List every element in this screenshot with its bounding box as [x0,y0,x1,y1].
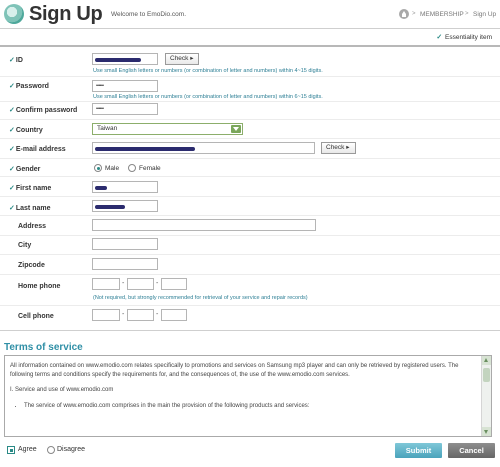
gender-male-label: Male [105,165,120,172]
row-divider [0,235,500,236]
home-phone-part1[interactable] [92,278,120,290]
row-divider [0,254,500,255]
check-icon: ✓ [9,107,15,114]
check-icon: ✓ [9,127,15,134]
last-name-label: ✓Last name [9,205,51,212]
cell-phone-part2[interactable] [127,309,154,321]
section-divider [0,330,500,331]
row-divider [0,215,500,216]
id-input[interactable] [92,53,158,65]
redaction-mark [95,58,141,62]
check-icon: ✓ [9,166,15,173]
check-icon: ✓ [9,205,15,212]
terms-box[interactable]: All information contained on www.emodio.… [4,355,492,437]
row-divider [0,119,500,120]
welcome-text: Welcome to EmoDio.com. [111,11,187,18]
phone-dash: - [156,311,159,318]
id-hint: Use small English letters or numbers (or… [93,68,323,74]
row-divider [0,176,500,177]
essential-note: ✓ Essentiality item [436,34,492,41]
disagree-radio[interactable] [47,446,55,454]
submit-button[interactable]: Submit [395,443,442,458]
logo-icon [4,4,24,24]
form-top-border [0,45,500,47]
home-phone-part3[interactable] [161,278,187,290]
check-icon: ✓ [9,185,15,192]
scroll-thumb[interactable] [483,368,490,382]
page-title: Sign Up [29,3,103,25]
gender-male-radio[interactable] [94,164,102,172]
city-input[interactable] [92,238,158,250]
check-icon: ✓ [9,83,15,90]
terms-text: All information contained on www.emodio.… [10,362,478,410]
agree-radio[interactable] [7,446,15,454]
address-label: Address [18,223,47,230]
scroll-down-icon[interactable] [482,427,491,436]
chevron-down-icon[interactable] [231,125,241,133]
home-phone-label: Home phone [18,283,61,290]
header-divider [0,28,500,29]
last-name-input[interactable] [92,200,158,212]
scroll-up-icon[interactable] [482,356,491,365]
terms-scrollbar[interactable] [481,356,491,436]
confirm-password-input[interactable]: •••••• [92,103,158,115]
email-label: ✓E-mail address [9,146,66,153]
redaction-mark [95,205,125,209]
gender-female-radio[interactable] [128,164,136,172]
row-divider [0,305,500,306]
id-label: ✓ID [9,57,23,64]
redaction-mark [95,147,195,151]
email-check-button[interactable]: Check ▸ [321,142,356,154]
cancel-button[interactable]: Cancel [448,443,495,458]
password-hint: Use small English letters or numbers (or… [93,94,323,100]
check-icon: ✓ [9,57,15,64]
terms-paragraph: All information contained on www.emodio.… [10,363,459,378]
row-divider [0,158,500,159]
check-icon: ✓ [9,146,15,153]
breadcrumb-separator: > [465,11,469,17]
confirm-password-label: ✓Confirm password [9,107,78,114]
gender-label: ✓Gender [9,166,41,173]
breadcrumb-separator: > [412,11,416,17]
redaction-mark [95,186,107,190]
gender-female-label: Female [139,165,161,172]
first-name-label: ✓First name [9,185,52,192]
breadcrumb-membership[interactable]: MEMBERSHIP [420,11,464,18]
phone-dash: - [122,311,125,318]
first-name-input[interactable] [92,181,158,193]
id-check-button[interactable]: Check ▸ [165,53,199,65]
password-input[interactable]: •••••• [92,80,158,92]
home-icon[interactable] [399,9,409,19]
header: Sign Up Welcome to EmoDio.com. > MEMBERS… [0,0,500,34]
breadcrumb-signup: Sign Up [473,11,497,18]
email-input[interactable] [92,142,315,154]
cell-phone-part3[interactable] [161,309,187,321]
agree-label: Agree [18,446,37,453]
phone-dash: - [156,280,159,287]
city-label: City [18,242,32,249]
terms-bullet: The service of www.emodio.com comprises … [24,402,478,411]
country-label: ✓Country [9,127,43,134]
address-input[interactable] [92,219,316,231]
terms-title: Terms of service [4,342,83,353]
disagree-label: Disagree [57,446,86,453]
check-icon: ✓ [436,34,443,41]
country-select[interactable]: Taiwan [92,123,243,135]
home-phone-part2[interactable] [127,278,154,290]
home-phone-hint: (Not required, but strongly recommended … [93,295,308,301]
phone-dash: - [122,280,125,287]
row-divider [0,101,500,102]
row-divider [0,76,500,77]
terms-heading: I. Service and use of www.emodio.com [10,387,114,393]
password-label: ✓Password [9,83,49,90]
row-divider [0,196,500,197]
row-divider [0,138,500,139]
row-divider [0,274,500,275]
cell-phone-part1[interactable] [92,309,120,321]
country-selected-value: Taiwan [97,125,118,132]
zipcode-label: Zipcode [18,262,45,269]
zipcode-input[interactable] [92,258,158,270]
cell-phone-label: Cell phone [18,313,54,320]
